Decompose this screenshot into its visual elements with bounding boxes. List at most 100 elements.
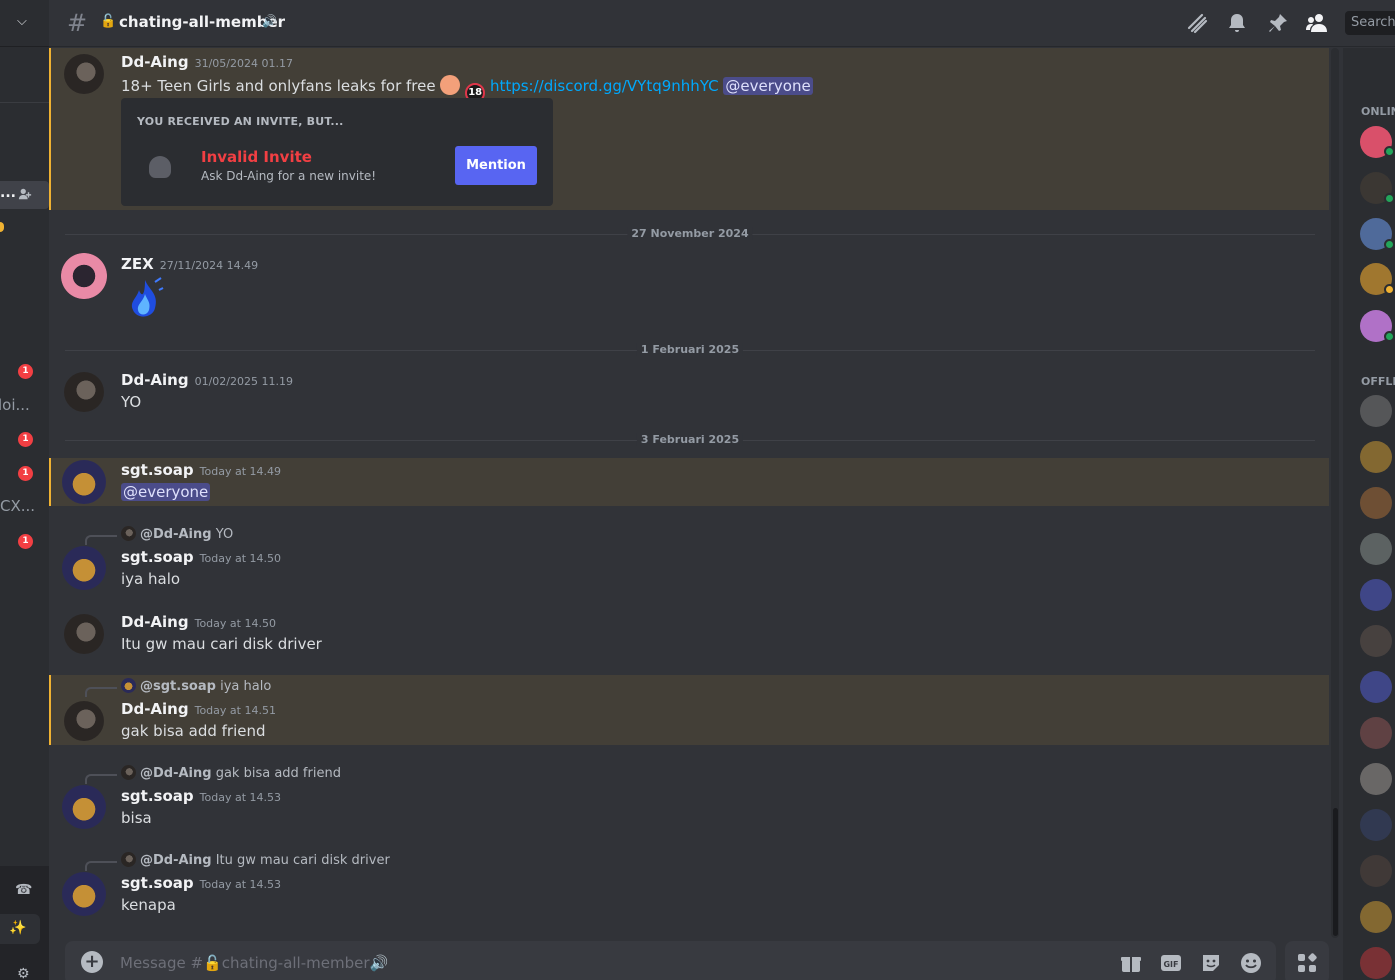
- reply-author[interactable]: @Dd-Aing: [140, 766, 212, 781]
- member-avatar[interactable]: [1360, 579, 1392, 611]
- online-status-icon: [1384, 331, 1395, 342]
- member-avatar[interactable]: [1360, 671, 1392, 703]
- invite-link[interactable]: https://discord.gg/VYtq9nhhYC: [490, 77, 719, 95]
- apps-icon: [1298, 953, 1317, 972]
- mention-button[interactable]: Mention: [455, 146, 537, 185]
- member-avatar[interactable]: [1360, 395, 1392, 427]
- reply-preview[interactable]: @sgt.soap iya halo: [121, 678, 271, 694]
- chevron-down-icon[interactable]: ⌵: [17, 14, 27, 29]
- message-input[interactable]: Message #🔓chating-all-member🔊: [120, 954, 388, 972]
- author-name[interactable]: sgt.soap: [121, 548, 194, 566]
- message-author[interactable]: sgt.soap Today at 14.50: [121, 548, 281, 566]
- date-divider: 3 Februari 2025: [65, 433, 1315, 446]
- message-author[interactable]: Dd-Aing 01/02/2025 11.19: [121, 371, 293, 389]
- member-avatar[interactable]: [1360, 901, 1392, 933]
- server-header[interactable]: ⌵: [0, 0, 49, 47]
- emoji-icon[interactable]: [1239, 951, 1263, 975]
- gift-icon[interactable]: [1119, 951, 1143, 975]
- timestamp: Today at 14.51: [194, 704, 276, 717]
- reply-avatar: [121, 852, 136, 867]
- author-name[interactable]: Dd-Aing: [121, 371, 189, 389]
- avatar[interactable]: [62, 785, 106, 829]
- author-name[interactable]: sgt.soap: [121, 787, 194, 805]
- threads-icon[interactable]: [1185, 11, 1209, 35]
- search-input[interactable]: Search: [1345, 11, 1395, 35]
- reply-author[interactable]: @Dd-Aing: [140, 527, 212, 542]
- add-member-icon[interactable]: [18, 187, 32, 201]
- avatar[interactable]: [62, 460, 106, 504]
- message-text: Itu gw mau cari disk driver: [121, 635, 322, 653]
- avatar[interactable]: [62, 872, 106, 916]
- message-author[interactable]: sgt.soap Today at 14.53: [121, 874, 281, 892]
- pin-icon[interactable]: [1266, 11, 1290, 35]
- message-list: Dd-Aing 31/05/2024 01.17 18+ Teen Girls a…: [49, 48, 1329, 938]
- channel-title: chating-all-member: [119, 13, 286, 31]
- everyone-mention[interactable]: @everyone: [723, 77, 813, 95]
- app-launcher-button[interactable]: [1285, 941, 1329, 980]
- date-divider: 27 November 2024: [65, 227, 1315, 240]
- reply-author[interactable]: @Dd-Aing: [140, 853, 212, 868]
- activity-button[interactable]: ✨: [0, 914, 40, 944]
- sidebar-divider: [0, 102, 49, 103]
- scrollbar-track[interactable]: [1331, 48, 1339, 938]
- avatar[interactable]: [64, 372, 104, 412]
- timestamp: 01/02/2025 11.19: [194, 375, 293, 388]
- unread-badge: 1: [18, 466, 33, 481]
- reply-text: Itu gw mau cari disk driver: [215, 853, 390, 868]
- author-name[interactable]: Dd-Aing: [121, 53, 189, 71]
- author-name[interactable]: sgt.soap: [121, 874, 194, 892]
- author-name[interactable]: ZEX: [121, 255, 154, 273]
- reply-avatar: [121, 765, 136, 780]
- svg-text:GIF: GIF: [1163, 960, 1178, 969]
- channel-sidebar: ⌵ ... 1 loi... 1 1 CX... 1 ☎ ✨ ⚙: [0, 0, 49, 980]
- unlock-emoji-icon: 🔓: [100, 14, 117, 29]
- disconnect-call-icon[interactable]: ☎: [15, 882, 32, 898]
- sticker-icon[interactable]: [1199, 951, 1223, 975]
- author-name[interactable]: sgt.soap: [121, 461, 194, 479]
- message-author[interactable]: sgt.soap Today at 14.49: [121, 461, 281, 479]
- gear-icon[interactable]: ⚙: [17, 966, 30, 980]
- reply-preview[interactable]: @Dd-Aing gak bisa add friend: [121, 765, 341, 781]
- avatar[interactable]: [61, 253, 107, 299]
- member-list-icon[interactable]: [1305, 11, 1329, 35]
- blue-flame-sticker-icon[interactable]: [125, 276, 165, 324]
- message-author[interactable]: Dd-Aing Today at 14.51: [121, 700, 276, 718]
- avatar[interactable]: [64, 614, 104, 654]
- member-avatar[interactable]: [1360, 809, 1392, 841]
- avatar[interactable]: [64, 701, 104, 741]
- member-avatar[interactable]: [1360, 533, 1392, 565]
- member-avatar[interactable]: [1360, 441, 1392, 473]
- everyone-mention[interactable]: @everyone: [121, 483, 211, 501]
- reply-preview[interactable]: @Dd-Aing YO: [121, 526, 233, 542]
- sidebar-item-dots: ...: [0, 185, 16, 201]
- sidebar-item-label[interactable]: CX...: [0, 497, 35, 515]
- sidebar-item-active[interactable]: ...: [0, 181, 49, 209]
- member-avatar[interactable]: [1360, 717, 1392, 749]
- reply-author[interactable]: @sgt.soap: [140, 679, 216, 694]
- timestamp: 27/11/2024 14.49: [159, 259, 259, 272]
- member-avatar[interactable]: [1360, 625, 1392, 657]
- message-author[interactable]: Dd-Aing 31/05/2024 01.17: [121, 53, 293, 71]
- author-name[interactable]: Dd-Aing: [121, 700, 189, 718]
- scrollbar-thumb[interactable]: [1333, 808, 1338, 936]
- member-avatar[interactable]: [1360, 947, 1392, 979]
- avatar[interactable]: [62, 546, 106, 590]
- message-author[interactable]: Dd-Aing Today at 14.50: [121, 613, 276, 631]
- gif-icon[interactable]: GIF: [1159, 951, 1183, 975]
- author-name[interactable]: Dd-Aing: [121, 613, 189, 631]
- member-avatar[interactable]: [1360, 855, 1392, 887]
- bell-icon[interactable]: [1225, 11, 1249, 35]
- date-divider: 1 Februari 2025: [65, 343, 1315, 356]
- timestamp: 31/05/2024 01.17: [194, 57, 293, 70]
- member-avatar[interactable]: [1360, 763, 1392, 795]
- online-status-icon: [1384, 146, 1395, 157]
- attach-plus-icon[interactable]: +: [81, 951, 103, 973]
- message-author[interactable]: sgt.soap Today at 14.53: [121, 787, 281, 805]
- invite-title: Invalid Invite: [201, 148, 312, 166]
- sidebar-item-label[interactable]: loi...: [0, 396, 30, 414]
- reply-preview[interactable]: @Dd-Aing Itu gw mau cari disk driver: [121, 852, 390, 868]
- avatar[interactable]: [64, 54, 104, 94]
- reply-spine: [85, 535, 117, 545]
- message-author[interactable]: ZEX 27/11/2024 14.49: [121, 255, 258, 273]
- member-avatar[interactable]: [1360, 487, 1392, 519]
